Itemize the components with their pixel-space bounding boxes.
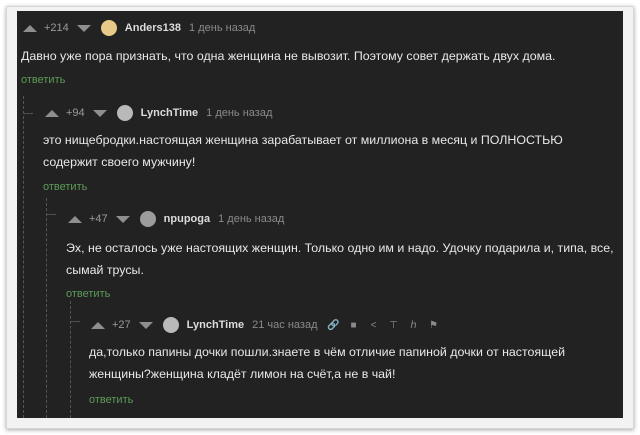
comment-author[interactable]: LynchTime bbox=[141, 107, 198, 119]
reply-button[interactable]: ответить bbox=[89, 394, 133, 406]
avatar[interactable] bbox=[100, 20, 117, 36]
comment-rating: +27 bbox=[112, 319, 131, 331]
thread-line bbox=[23, 96, 24, 418]
downvote-icon[interactable] bbox=[76, 24, 91, 32]
comment-author[interactable]: Anders138 bbox=[125, 22, 181, 34]
downvote-icon[interactable] bbox=[115, 215, 130, 223]
comment-header: +47 npupoga 1 день назад bbox=[68, 210, 284, 228]
link-icon[interactable]: 🔗 bbox=[324, 320, 344, 331]
thread-line bbox=[70, 301, 71, 418]
thread-branch bbox=[70, 321, 80, 322]
pin-icon[interactable]: ⊤ bbox=[384, 320, 404, 331]
downvote-icon[interactable] bbox=[92, 109, 107, 117]
thread-line bbox=[46, 198, 47, 418]
comment-author[interactable]: LynchTime bbox=[187, 319, 244, 331]
comment-header: +94 LynchTime 1 день назад bbox=[45, 104, 272, 122]
comment-time[interactable]: 1 день назад bbox=[189, 22, 255, 34]
comment-text: Давно уже пора признать, что одна женщин… bbox=[21, 49, 556, 63]
avatar[interactable] bbox=[162, 317, 179, 333]
downvote-icon[interactable] bbox=[138, 321, 153, 329]
reply-button[interactable]: ответить bbox=[66, 288, 110, 300]
upvote-icon[interactable] bbox=[45, 109, 59, 117]
save-icon[interactable]: ■ bbox=[344, 320, 364, 331]
report-icon[interactable]: ⚑ bbox=[424, 320, 444, 331]
comment-text: да,только папины дочки пошли.знаете в чё… bbox=[89, 345, 566, 381]
avatar[interactable] bbox=[116, 105, 133, 121]
comment-author[interactable]: npupoga bbox=[164, 213, 210, 225]
comment-rating: +214 bbox=[44, 22, 69, 34]
comments-panel: +214 Anders138 1 день назад Давно уже по… bbox=[17, 11, 623, 418]
comment-time[interactable]: 1 день назад bbox=[218, 213, 284, 225]
comment-header: +27 LynchTime 21 час назад 🔗 ■ < ⊤ ℎ ⚑ bbox=[91, 316, 444, 334]
thread-branch bbox=[46, 214, 56, 215]
flag-small-icon[interactable]: ℎ bbox=[404, 320, 424, 331]
share-icon[interactable]: < bbox=[364, 320, 384, 331]
comment-time[interactable]: 1 день назад bbox=[206, 107, 272, 119]
upvote-icon[interactable] bbox=[68, 215, 82, 223]
reply-button[interactable]: ответить bbox=[43, 181, 87, 193]
upvote-icon[interactable] bbox=[91, 321, 105, 329]
reply-button[interactable]: ответить bbox=[21, 74, 65, 86]
comment-header: +214 Anders138 1 день назад bbox=[23, 19, 255, 37]
comment-rating: +94 bbox=[66, 107, 85, 119]
comment-tools: 🔗 ■ < ⊤ ℎ ⚑ bbox=[324, 320, 444, 331]
comment-time[interactable]: 21 час назад bbox=[252, 319, 317, 331]
comment-text: Эх, не осталось уже настоящих женщин. То… bbox=[66, 241, 614, 277]
upvote-icon[interactable] bbox=[23, 24, 37, 32]
thread-branch bbox=[23, 113, 33, 114]
comment-text: это нищебродки.настоящая женщина зарабат… bbox=[43, 133, 563, 169]
comment-rating: +47 bbox=[89, 213, 108, 225]
avatar[interactable] bbox=[139, 211, 156, 227]
